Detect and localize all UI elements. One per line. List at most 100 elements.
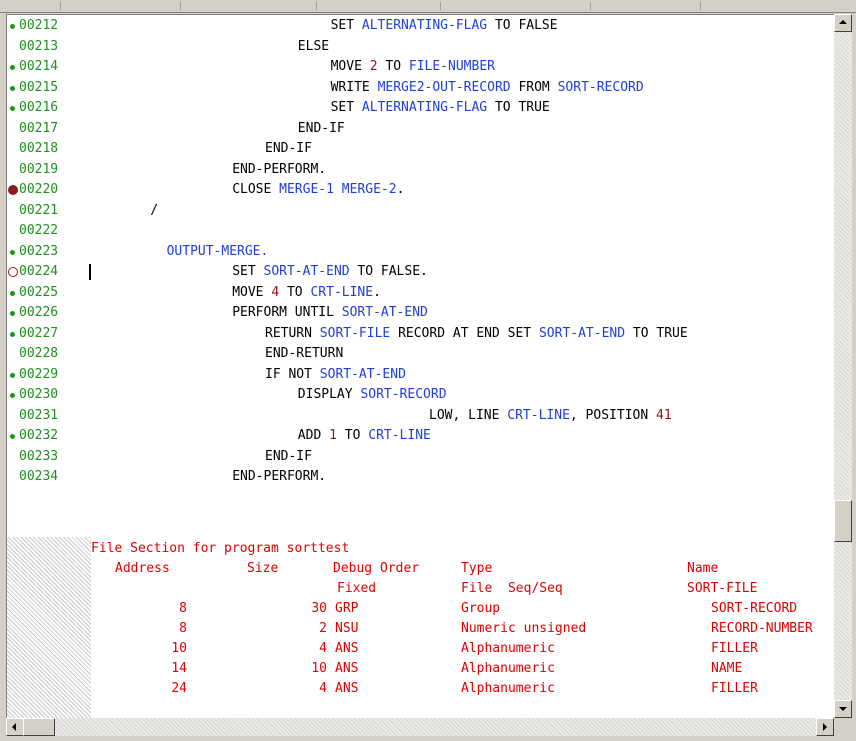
line-number: 00234 <box>19 469 59 484</box>
cell-size: 2 <box>319 621 327 636</box>
vertical-scrollbar[interactable] <box>834 14 852 718</box>
keyword-token: SET <box>232 264 264 279</box>
line-number: 00224 <box>19 264 59 279</box>
arrow-down-icon <box>839 707 847 711</box>
vertical-scroll-thumb[interactable] <box>834 500 852 542</box>
arrow-left-icon <box>12 723 16 731</box>
code-line[interactable]: 00227 RETURN SORT-FILE RECORD AT END SET … <box>7 324 835 344</box>
gutter-marker[interactable] <box>8 221 18 241</box>
code-text: RETURN SORT-FILE RECORD AT END SET SORT-… <box>265 324 688 344</box>
line-number: 00212 <box>19 18 59 33</box>
code-line[interactable]: 00234 END-PERFORM. <box>7 467 835 487</box>
keyword-token: END-PERFORM. <box>232 469 327 484</box>
code-text: END-PERFORM. <box>232 467 326 487</box>
keyword-token: LOW, LINE <box>429 407 508 423</box>
executable-line-icon[interactable] <box>8 242 18 262</box>
code-text: MOVE 4 TO CRT-LINE. <box>232 283 381 303</box>
executable-line-icon[interactable] <box>8 98 18 118</box>
cell-address: 8 <box>179 601 187 616</box>
gutter-marker[interactable] <box>8 447 18 467</box>
cell-name: FILLER <box>711 641 758 656</box>
code-text: LOW, LINE CRT-LINE, POSITION 41 <box>429 406 672 426</box>
executable-line-icon[interactable] <box>8 78 18 98</box>
text-caret <box>89 264 91 280</box>
code-line[interactable]: 00223 OUTPUT-MERGE. <box>7 242 835 262</box>
code-line[interactable]: 00231 LOW, LINE CRT-LINE, POSITION 41 <box>7 406 835 426</box>
header-name: Name <box>687 561 719 576</box>
header-address: Address <box>115 561 170 576</box>
keyword-token: / <box>150 202 159 218</box>
identifier-token: SORT-AT-END <box>341 305 428 320</box>
executable-line-icon[interactable] <box>8 303 18 323</box>
code-line[interactable]: 00225 MOVE 4 TO CRT-LINE. <box>7 283 835 303</box>
code-text: ELSE <box>298 37 329 57</box>
code-line[interactable]: 00215 WRITE MERGE2-OUT-RECORD FROM SORT-R… <box>7 78 835 98</box>
keyword-token: TO TRUE <box>487 100 550 115</box>
identifier-token: CRT-LINE <box>507 407 570 423</box>
code-line[interactable]: 00224 SET SORT-AT-END TO FALSE. <box>7 262 835 282</box>
gutter-marker[interactable] <box>8 344 18 364</box>
identifier-token: MERGE-1 <box>279 182 334 197</box>
code-line[interactable]: 00220 CLOSE MERGE-1 MERGE-2. <box>7 180 835 200</box>
gutter-marker[interactable] <box>8 406 18 426</box>
breakpoint-disabled-icon[interactable] <box>8 262 18 282</box>
gutter-marker[interactable] <box>8 160 18 180</box>
cell-address: 8 <box>179 621 187 636</box>
code-line[interactable]: 00221 / <box>7 201 835 221</box>
scroll-left-button[interactable] <box>6 718 24 736</box>
cell-size: 4 <box>319 641 327 656</box>
horizontal-scroll-thumb[interactable] <box>23 718 55 736</box>
executable-line-icon[interactable] <box>8 57 18 77</box>
header-size: Size <box>247 561 279 576</box>
executable-line-icon[interactable] <box>8 365 18 385</box>
identifier-token: SORT-AT-END <box>263 264 350 279</box>
cell-debug-order: GRP <box>335 601 359 616</box>
code-line[interactable]: 00216 SET ALTERNATING-FLAG TO TRUE <box>7 98 835 118</box>
line-number: 00230 <box>19 387 59 402</box>
code-line[interactable]: 00219 END-PERFORM. <box>7 160 835 180</box>
line-number: 00220 <box>19 182 59 197</box>
horizontal-scrollbar[interactable] <box>6 718 834 736</box>
keyword-token: SET <box>330 100 362 115</box>
line-number: 00217 <box>19 120 59 136</box>
line-number: 00223 <box>19 243 59 259</box>
number-token: 1 <box>329 428 337 443</box>
keyword-token: MOVE <box>330 59 370 74</box>
cell-address: 24 <box>171 681 187 696</box>
code-line[interactable]: 00228 END-RETURN <box>7 344 835 364</box>
executable-line-icon[interactable] <box>8 385 18 405</box>
code-editor[interactable]: 00212 SET ALTERNATING-FLAG TO FALSE 00213 E… <box>6 14 835 719</box>
gutter-marker[interactable] <box>8 139 18 159</box>
code-line[interactable]: 00218 END-IF <box>7 139 835 159</box>
code-text: DISPLAY SORT-RECORD <box>298 385 447 405</box>
code-line[interactable]: 00214 MOVE 2 TO FILE-NUMBER <box>7 57 835 77</box>
code-line[interactable]: 00222 <box>7 221 835 241</box>
gutter-marker[interactable] <box>8 467 18 487</box>
gutter-marker[interactable] <box>8 37 18 57</box>
identifier-token: SORT-AT-END <box>319 366 406 382</box>
gutter-marker[interactable] <box>8 201 18 221</box>
executable-line-icon[interactable] <box>8 16 18 36</box>
code-text: WRITE MERGE2-OUT-RECORD FROM SORT-RECORD <box>331 78 644 98</box>
executable-line-icon[interactable] <box>8 426 18 446</box>
ruler-strip <box>0 0 856 13</box>
code-line[interactable]: 00233 END-IF <box>7 447 835 467</box>
cell-name: NAME <box>711 661 743 676</box>
keyword-token: ADD <box>297 428 330 443</box>
code-line[interactable]: 00229 IF NOT SORT-AT-END <box>7 365 835 385</box>
identifier-token: SORT-RECORD <box>557 79 644 95</box>
breakpoint-icon[interactable] <box>8 180 18 200</box>
scroll-up-button[interactable] <box>834 14 852 32</box>
code-line[interactable]: 00217 END-IF <box>7 119 835 139</box>
gutter-marker[interactable] <box>8 119 18 139</box>
code-line[interactable]: 00232 ADD 1 TO CRT-LINE <box>7 426 835 446</box>
executable-line-icon[interactable] <box>8 283 18 303</box>
executable-line-icon[interactable] <box>8 324 18 344</box>
scroll-right-button[interactable] <box>816 718 834 736</box>
code-line[interactable]: 00226 PERFORM UNTIL SORT-AT-END <box>7 303 835 323</box>
scroll-down-button[interactable] <box>834 700 852 718</box>
code-line[interactable]: 00213 ELSE <box>7 37 835 57</box>
cell-type: Alphanumeric <box>461 641 555 656</box>
code-line[interactable]: 00212 SET ALTERNATING-FLAG TO FALSE <box>7 16 835 36</box>
code-line[interactable]: 00230 DISPLAY SORT-RECORD <box>7 385 835 405</box>
